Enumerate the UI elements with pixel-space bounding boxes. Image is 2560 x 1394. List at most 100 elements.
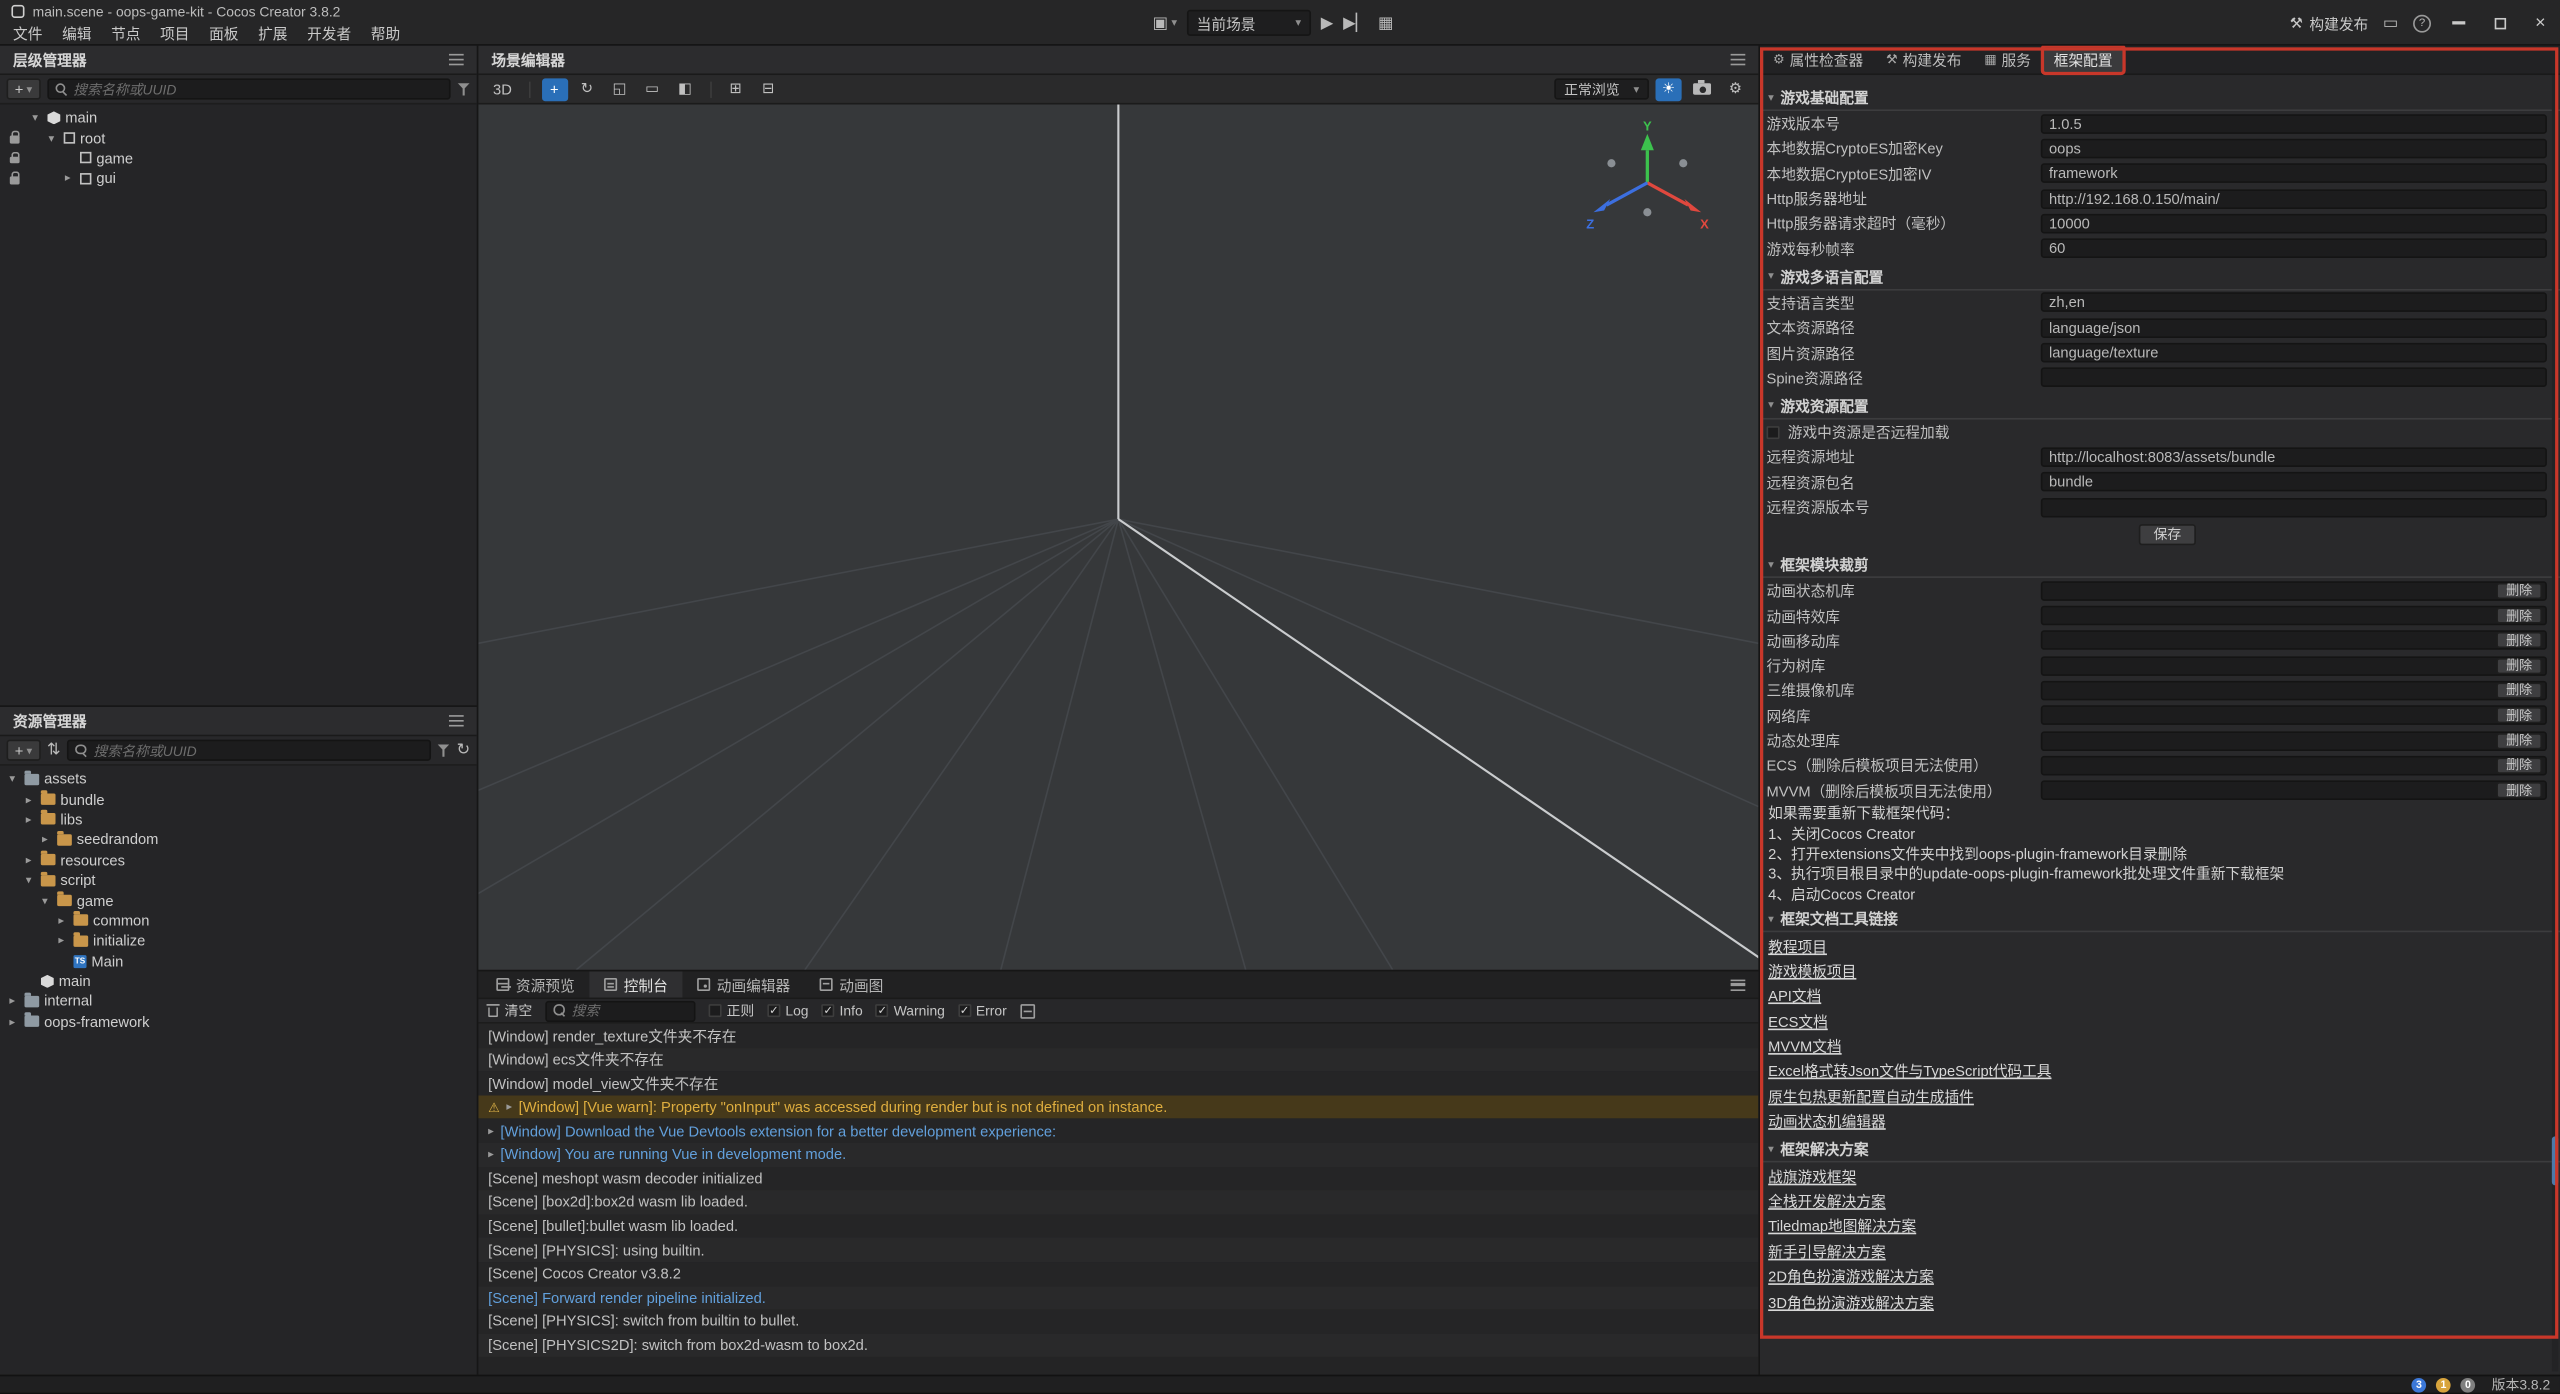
expander-open-icon[interactable]: ▾ [5,773,20,786]
filter-warning-checkbox[interactable]: Warning [876,1002,945,1018]
expander-open-icon[interactable]: ▾ [28,111,43,124]
delete-button[interactable]: 删除 [2496,782,2542,798]
section-solutions[interactable]: ▾ 框架解决方案 [1760,1137,2560,1163]
sort-icon[interactable]: ⇅ [47,741,61,759]
scene-gear-icon[interactable]: ⚙ [1722,78,1748,101]
log-row[interactable]: [Scene] [PHYSICS]: using builtin. [478,1238,1758,1262]
tab-build-publish[interactable]: ⚒ 构建发布 [1876,47,1971,71]
save-button[interactable]: 保存 [2139,524,2196,545]
snap-add-tool[interactable]: ⊞ [722,78,748,101]
scene-select[interactable]: 当前场景 ▾ [1187,10,1311,36]
texture-path-input[interactable]: language/texture [2041,343,2547,363]
ui-region-tool[interactable]: ◧ [672,78,698,101]
menu-edit[interactable]: 编辑 [52,22,101,43]
remote-bundle-input[interactable]: bundle [2041,472,2547,492]
expander-closed-icon[interactable]: ▸ [38,833,53,846]
panel-menu-icon[interactable] [1731,54,1746,65]
section-language[interactable]: ▾ 游戏多语言配置 [1760,264,2560,290]
asset-node-oops-framework[interactable]: ▸ oops-framework [0,1012,477,1032]
filter-icon[interactable] [437,744,450,757]
scene-viewport[interactable]: Y X Z [478,104,1758,969]
text-path-input[interactable]: language/json [2041,318,2547,338]
link-tiledmap-solution[interactable]: Tiledmap地图解决方案 [1768,1215,1916,1236]
create-asset-button[interactable]: + ▾ [7,740,41,761]
log-row[interactable]: [Scene] Cocos Creator v3.8.2 [478,1262,1758,1286]
delete-button[interactable]: 删除 [2496,732,2542,748]
link-tutorial-project[interactable]: 教程项目 [1768,935,1827,956]
log-expander-icon[interactable]: ▸ [488,1124,494,1137]
link-template-project[interactable]: 游戏模板项目 [1768,960,1856,981]
tab-console[interactable]: 控制台 [589,971,682,997]
inspector-scrollbar[interactable] [2552,75,2559,1371]
section-modules[interactable]: ▾ 框架模块裁剪 [1760,552,2560,578]
asset-node-internal[interactable]: ▸ internal [0,992,477,1012]
build-publish-button[interactable]: ⚒ 构建发布 [2290,12,2369,33]
axis-gizmo[interactable]: Y X Z [1579,118,1716,239]
link-ecs-docs[interactable]: ECS文档 [1768,1010,1828,1031]
minimize-button[interactable] [2446,11,2472,34]
link-guide-solution[interactable]: 新手引导解决方案 [1768,1240,1886,1261]
rect-tool[interactable]: ▭ [639,78,665,101]
delete-button[interactable]: 删除 [2496,682,2542,698]
delete-button[interactable]: 删除 [2496,583,2542,599]
asset-node-resources[interactable]: ▸ resources [0,850,477,870]
link-hotupdate-plugin[interactable]: 原生包热更新配置自动生成插件 [1768,1085,1974,1106]
menu-panel[interactable]: 面板 [199,22,248,43]
filter-icon[interactable] [457,82,470,95]
asset-node-initialize[interactable]: ▸ initialize [0,931,477,951]
menu-file[interactable]: 文件 [3,22,52,43]
asset-node-main-ts[interactable]: TS Main [0,951,477,971]
link-2d-rpg-solution[interactable]: 2D角色扮演游戏解决方案 [1768,1266,1934,1287]
delete-button[interactable]: 删除 [2496,657,2542,673]
expander-open-icon[interactable]: ▾ [44,132,59,145]
log-row-info[interactable]: [Scene] Forward render pipeline initiali… [478,1286,1758,1310]
scrollbar-thumb[interactable] [2552,1136,2559,1185]
asset-node-bundle[interactable]: ▸ bundle [0,789,477,809]
tab-service[interactable]: ▦ 服务 [1974,47,2040,71]
menu-project[interactable]: 项目 [150,22,199,43]
menu-extension[interactable]: 扩展 [248,22,297,43]
languages-input[interactable]: zh,en [2041,293,2547,313]
section-resources[interactable]: ▾ 游戏资源配置 [1760,393,2560,419]
preview-target-icon[interactable]: ▣ ▾ [1153,14,1177,32]
log-row[interactable]: [Scene] meshopt wasm decoder initialized [478,1167,1758,1191]
camera-settings-icon[interactable] [1688,78,1716,101]
expander-closed-icon[interactable]: ▸ [54,914,69,927]
lighting-toggle[interactable]: ☀ [1656,78,1682,101]
message-count-badge[interactable]: 3 [2412,1377,2427,1392]
console-search-input[interactable] [571,1002,687,1018]
expander-closed-icon[interactable]: ▸ [5,1015,20,1028]
section-docs[interactable]: ▾ 框架文档工具链接 [1760,907,2560,933]
tab-animation-editor[interactable]: 动画编辑器 [682,971,804,997]
hierarchy-node-gui[interactable]: ▸ gui [0,168,477,188]
expander-closed-icon[interactable]: ▸ [60,172,75,185]
assets-search-input[interactable] [93,742,422,758]
maximize-button[interactable] [2487,11,2513,34]
play-button[interactable]: ▶ [1321,14,1334,32]
link-excel-tool[interactable]: Excel格式转Json文件与TypeScript代码工具 [1768,1060,2051,1081]
hierarchy-node-main[interactable]: ▾ main [0,108,477,128]
asset-node-main-scene[interactable]: main [0,971,477,991]
asset-node-common[interactable]: ▸ common [0,911,477,931]
regex-checkbox[interactable]: 正则 [709,1001,755,1021]
log-row[interactable]: [Window] model_view文件夹不存在 [478,1071,1758,1095]
frame-rate-input[interactable]: 60 [2041,239,2547,259]
create-node-button[interactable]: + ▾ [7,78,41,99]
warning-count-badge[interactable]: 1 [2436,1377,2451,1392]
expander-closed-icon[interactable]: ▸ [5,995,20,1008]
lock-icon[interactable] [9,177,19,184]
panel-layout-icon[interactable]: ▭ [2383,14,2398,32]
mode-3d-toggle[interactable]: 3D [488,78,517,101]
asset-node-script[interactable]: ▾ script [0,870,477,890]
asset-node-libs[interactable]: ▸ libs [0,809,477,829]
expander-closed-icon[interactable]: ▸ [21,793,36,806]
asset-node-assets[interactable]: ▾ assets [0,769,477,789]
game-version-input[interactable]: 1.0.5 [2041,114,2547,134]
expander-closed-icon[interactable]: ▸ [54,934,69,947]
remote-load-checkbox[interactable]: 游戏中资源是否远程加载 [1767,421,1950,442]
menu-developer[interactable]: 开发者 [297,22,361,43]
crypto-iv-input[interactable]: framework [2041,164,2547,184]
rotate-tool[interactable]: ↻ [574,78,600,101]
panel-menu-icon[interactable] [449,54,464,65]
scale-tool[interactable]: ◱ [607,78,633,101]
